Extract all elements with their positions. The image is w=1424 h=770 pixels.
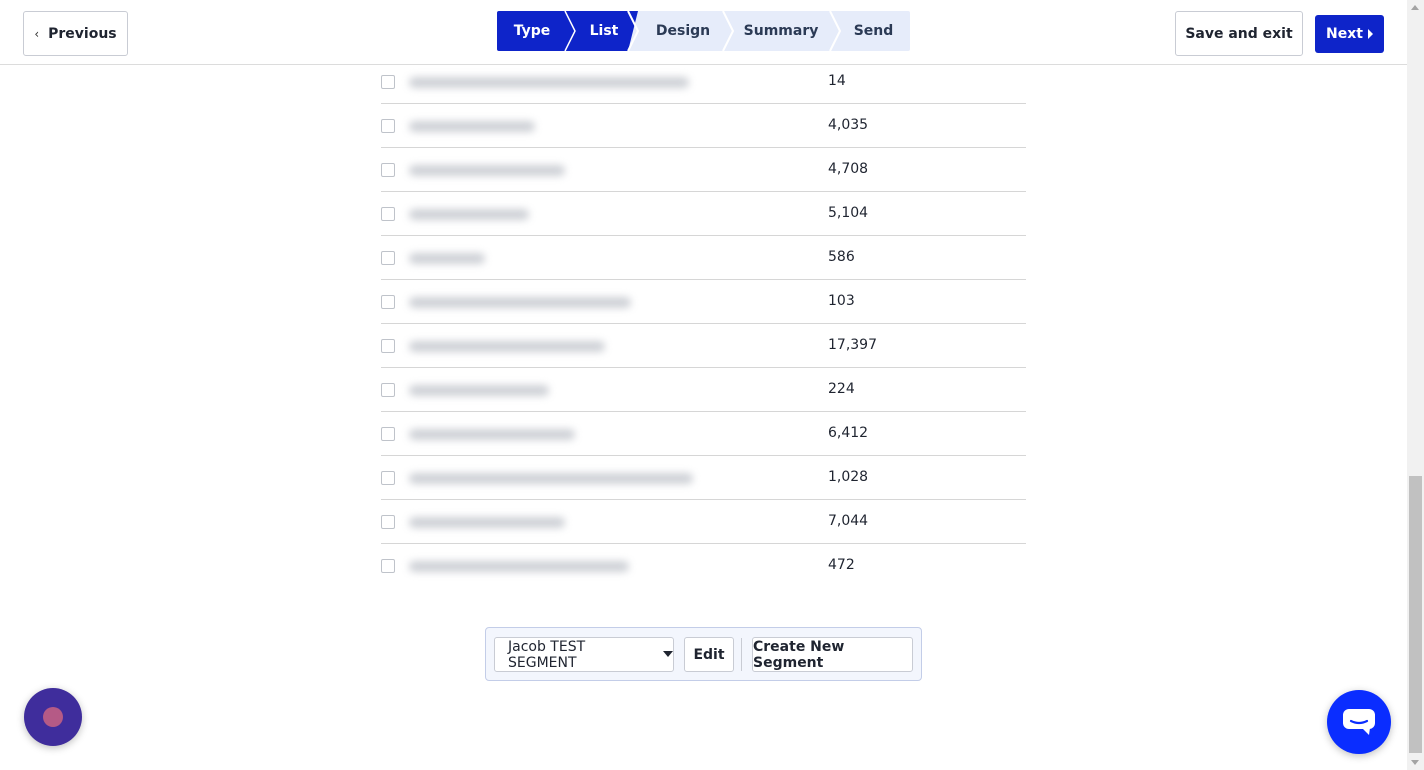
subscriber-count: 17,397 bbox=[828, 337, 877, 353]
redacted-list-name bbox=[409, 341, 605, 352]
subscriber-count: 14 bbox=[828, 73, 846, 89]
row-checkbox[interactable] bbox=[381, 471, 395, 485]
segment-select[interactable]: Jacob TEST SEGMENT bbox=[494, 637, 674, 672]
redacted-list-name bbox=[409, 297, 631, 308]
row-checkbox[interactable] bbox=[381, 383, 395, 397]
redacted-list-name bbox=[409, 165, 565, 176]
table-row: 103 bbox=[381, 280, 1026, 324]
redacted-list-name bbox=[409, 253, 485, 264]
subscriber-count: 7,044 bbox=[828, 513, 869, 529]
chat-icon bbox=[1343, 709, 1375, 735]
row-checkbox[interactable] bbox=[381, 75, 395, 89]
create-new-segment-button[interactable]: Create New Segment bbox=[752, 637, 913, 672]
chevron-left-icon: ‹ bbox=[34, 26, 40, 41]
subscriber-count: 586 bbox=[828, 249, 855, 265]
list-table: 14 4,035 4,708 5,104 586 103 17,397 224 … bbox=[381, 60, 1026, 588]
table-row: 6,412 bbox=[381, 412, 1026, 456]
row-checkbox[interactable] bbox=[381, 427, 395, 441]
table-row: 1,028 bbox=[381, 456, 1026, 500]
next-button[interactable]: Next bbox=[1315, 15, 1384, 53]
subscriber-count: 103 bbox=[828, 293, 855, 309]
subscriber-count: 4,035 bbox=[828, 117, 869, 133]
row-checkbox[interactable] bbox=[381, 251, 395, 265]
redacted-list-name bbox=[409, 473, 693, 484]
table-row: 472 bbox=[381, 544, 1026, 588]
table-row: 14 bbox=[381, 60, 1026, 104]
assistant-bubble-icon bbox=[43, 707, 63, 727]
redacted-list-name bbox=[409, 209, 529, 220]
row-checkbox[interactable] bbox=[381, 295, 395, 309]
subscriber-count: 1,028 bbox=[828, 469, 869, 485]
step-send[interactable]: Send bbox=[835, 11, 910, 51]
redacted-list-name bbox=[409, 77, 689, 88]
table-row: 7,044 bbox=[381, 500, 1026, 544]
toolbar-divider bbox=[741, 638, 742, 671]
redacted-list-name bbox=[409, 429, 575, 440]
step-summary[interactable]: Summary bbox=[729, 11, 833, 51]
row-checkbox[interactable] bbox=[381, 559, 395, 573]
subscriber-count: 5,104 bbox=[828, 205, 869, 221]
campaign-list-step: ‹ Previous Type List Design Summary Send… bbox=[0, 0, 1424, 770]
row-checkbox[interactable] bbox=[381, 339, 395, 353]
top-bar: ‹ Previous Type List Design Summary Send… bbox=[0, 0, 1407, 65]
scrollbar-thumb[interactable] bbox=[1409, 476, 1422, 753]
vertical-scrollbar[interactable] bbox=[1407, 0, 1424, 770]
row-checkbox[interactable] bbox=[381, 207, 395, 221]
table-row: 17,397 bbox=[381, 324, 1026, 368]
edit-segment-button[interactable]: Edit bbox=[684, 637, 734, 672]
step-list[interactable]: List bbox=[569, 11, 639, 51]
segment-toolbar: Jacob TEST SEGMENT Edit Create New Segme… bbox=[485, 627, 922, 681]
redacted-list-name bbox=[409, 561, 629, 572]
caret-down-icon bbox=[663, 650, 673, 657]
table-row: 4,035 bbox=[381, 104, 1026, 148]
step-design[interactable]: Design bbox=[635, 11, 731, 51]
previous-label: Previous bbox=[48, 25, 117, 42]
subscriber-count: 472 bbox=[828, 557, 855, 573]
table-row: 4,708 bbox=[381, 148, 1026, 192]
segment-selected-value: Jacob TEST SEGMENT bbox=[508, 638, 586, 671]
subscriber-count: 6,412 bbox=[828, 425, 869, 441]
caret-right-icon bbox=[1367, 29, 1373, 39]
redacted-list-name bbox=[409, 517, 565, 528]
step-type[interactable]: Type bbox=[497, 11, 567, 51]
assistant-launcher-button[interactable] bbox=[24, 688, 82, 746]
chat-launcher-button[interactable] bbox=[1327, 690, 1391, 754]
row-checkbox[interactable] bbox=[381, 515, 395, 529]
scroll-up-icon[interactable] bbox=[1411, 5, 1419, 10]
table-row: 586 bbox=[381, 236, 1026, 280]
subscriber-count: 4,708 bbox=[828, 161, 869, 177]
redacted-list-name bbox=[409, 121, 535, 132]
save-and-exit-button[interactable]: Save and exit bbox=[1175, 11, 1303, 56]
subscriber-count: 224 bbox=[828, 381, 855, 397]
previous-button[interactable]: ‹ Previous bbox=[23, 11, 128, 56]
table-row: 5,104 bbox=[381, 192, 1026, 236]
redacted-list-name bbox=[409, 385, 549, 396]
table-row: 224 bbox=[381, 368, 1026, 412]
row-checkbox[interactable] bbox=[381, 119, 395, 133]
step-indicator: Type List Design Summary Send bbox=[497, 11, 910, 51]
row-checkbox[interactable] bbox=[381, 163, 395, 177]
scroll-down-icon[interactable] bbox=[1411, 760, 1419, 765]
